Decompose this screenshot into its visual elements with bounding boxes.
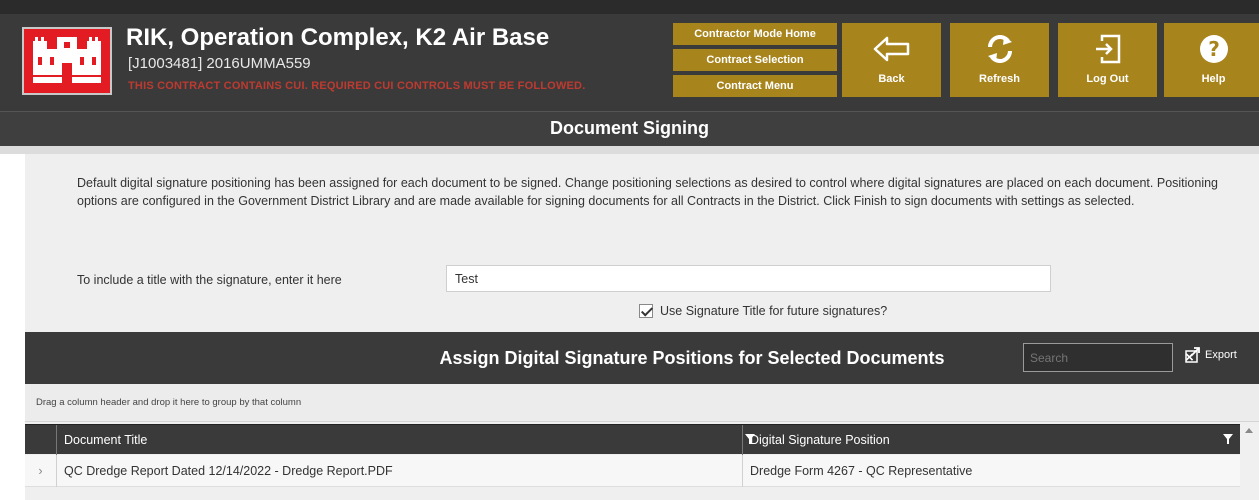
future-title-option[interactable]: Use Signature Title for future signature…	[639, 304, 887, 318]
refresh-button[interactable]: Refresh	[950, 23, 1049, 97]
grid-toolbar: Assign Digital Signature Positions for S…	[25, 332, 1259, 384]
back-button[interactable]: Back	[842, 23, 941, 97]
contract-selection-button[interactable]: Contract Selection	[673, 49, 837, 71]
table-header: Document Title Digital Signature Positio…	[25, 424, 1240, 455]
logout-button[interactable]: Log Out	[1058, 23, 1157, 97]
expand-row-icon[interactable]: ›	[25, 455, 56, 487]
signature-position-cell[interactable]: Dredge Form 4267 - QC Representative	[742, 455, 1240, 487]
column-header-document-title[interactable]: Document Title	[56, 425, 761, 455]
group-by-hint: Drag a column header and drop it here to…	[36, 397, 302, 408]
column-header-signature-position[interactable]: Digital Signature Position	[742, 425, 1240, 455]
scroll-up-icon[interactable]	[1245, 428, 1253, 433]
logout-icon	[1094, 33, 1122, 65]
contract-number: [J1003481] 2016UMMA559	[128, 55, 311, 72]
grid-search-box: ×	[1023, 343, 1194, 372]
filter-icon[interactable]	[1223, 434, 1233, 444]
column-header-label: Digital Signature Position	[750, 433, 890, 447]
document-title-cell: QC Dredge Report Dated 12/14/2022 - Dred…	[56, 455, 742, 487]
export-label: Export	[1205, 349, 1237, 361]
export-icon	[1185, 347, 1200, 363]
grid-scrollbar[interactable]	[1240, 424, 1259, 500]
table-row[interactable]: › QC Dredge Report Dated 12/14/2022 - Dr…	[25, 455, 1240, 487]
svg-text:?: ?	[1208, 37, 1220, 61]
help-icon: ?	[1198, 33, 1230, 65]
refresh-icon	[984, 33, 1016, 65]
help-button[interactable]: ? Help	[1164, 23, 1259, 97]
future-title-checkbox[interactable]	[639, 304, 653, 318]
app-header: RIK, Operation Complex, K2 Air Base [J10…	[0, 0, 1259, 111]
back-arrow-icon	[873, 33, 911, 65]
page-title: Document Signing	[0, 111, 1259, 146]
instructions-text: Default digital signature positioning ha…	[77, 176, 1219, 208]
logout-label: Log Out	[1086, 73, 1129, 85]
export-button[interactable]: Export	[1185, 347, 1237, 363]
usace-castle-logo	[22, 27, 112, 95]
cui-warning: THIS CONTRACT CONTAINS CUI. REQUIRED CUI…	[128, 80, 586, 92]
header-top-strip	[0, 0, 1259, 14]
future-title-checkbox-label: Use Signature Title for future signature…	[660, 304, 888, 318]
refresh-label: Refresh	[979, 73, 1020, 85]
section-divider	[0, 146, 1259, 154]
nav-links: Contractor Mode Home Contract Selection …	[673, 23, 837, 97]
back-label: Back	[878, 73, 905, 85]
signature-title-input[interactable]	[446, 265, 1051, 292]
column-header-label: Document Title	[64, 433, 148, 447]
castle-icon	[33, 37, 101, 83]
contractor-mode-home-button[interactable]: Contractor Mode Home	[673, 23, 837, 45]
contract-menu-button[interactable]: Contract Menu	[673, 75, 837, 97]
grid-search-input[interactable]	[1024, 344, 1185, 371]
group-by-panel[interactable]: Drag a column header and drop it here to…	[25, 384, 1259, 422]
signature-title-label: To include a title with the signature, e…	[77, 273, 342, 287]
project-title: RIK, Operation Complex, K2 Air Base	[126, 24, 550, 51]
help-label: Help	[1201, 73, 1226, 85]
